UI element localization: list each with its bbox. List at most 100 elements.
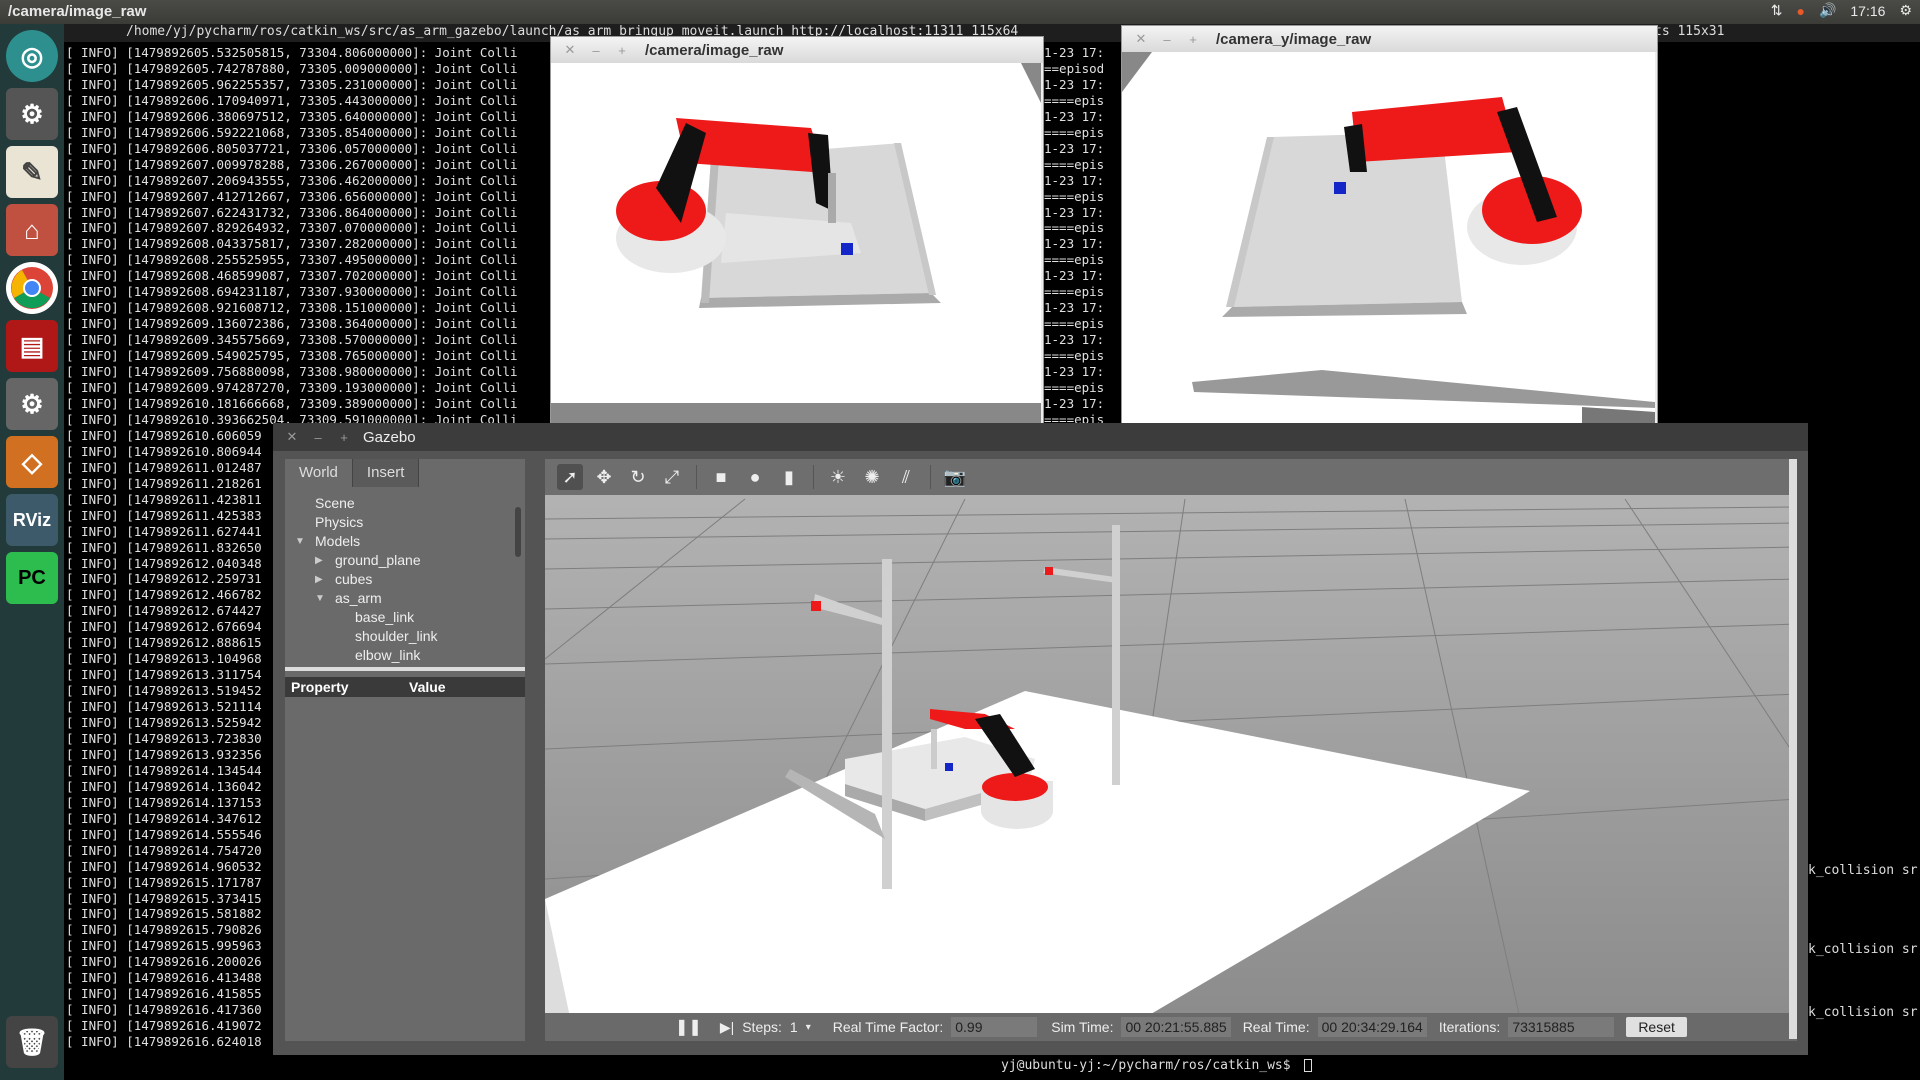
value-column-label: Value (409, 679, 446, 695)
tree-item-as-arm[interactable]: as_arm (335, 590, 382, 606)
log-line: [ INFO] [1479892608.921608712, 73308.151… (66, 300, 518, 316)
log-line: [ INFO] [1479892607.829264932, 73307.070… (66, 220, 518, 236)
steps-label: Steps: (742, 1019, 782, 1035)
volume-icon[interactable]: 🔊 (1819, 2, 1836, 19)
tab-world[interactable]: World (285, 459, 353, 487)
log-line: [ INFO] [1479892606.592221068, 73305.854… (66, 124, 518, 140)
scene-viewport[interactable]: ➚ ✥ ↻ ⤢ ■ ● ▮ ☀ ✺ ⫽ 📷 ❚❚ ▶| Steps: 1 ▾ R… (545, 459, 1797, 1041)
log-line: [ INFO] [1479892607.009978288, 73306.267… (66, 156, 518, 172)
expand-arrow-icon[interactable]: ▼ (315, 593, 325, 604)
pause-icon[interactable]: ❚❚ (675, 1017, 702, 1037)
close-icon[interactable]: ✕ (285, 429, 299, 445)
ubuntu-dash-icon[interactable]: ◎ (6, 30, 58, 82)
spot-light-icon[interactable]: ✺ (859, 464, 885, 490)
log-line: 1-23 17:1 (1044, 364, 1104, 380)
text-editor-icon[interactable]: ✎ (6, 146, 58, 198)
settings-gear-icon[interactable]: ⚙ (1899, 2, 1912, 19)
world-tree: Scene Physics ▼ Models ▶ ground_plane ▶ … (285, 487, 525, 667)
files-icon[interactable]: ⌂ (6, 204, 58, 256)
tab-insert[interactable]: Insert (352, 459, 420, 487)
tree-item-shoulder-link[interactable]: shoulder_link (355, 628, 438, 644)
cylinder-shape-icon[interactable]: ▮ (776, 464, 802, 490)
close-icon[interactable]: ✕ (563, 42, 577, 58)
minimize-icon[interactable]: – (311, 430, 325, 445)
log-line: ====episo (1044, 380, 1104, 396)
expand-arrow-icon[interactable]: ▼ (295, 536, 305, 547)
tree-item-scene[interactable]: Scene (315, 495, 355, 511)
log-line: [ INFO] [1479892607.412712667, 73306.656… (66, 188, 518, 204)
trash-icon[interactable]: 🗑 (6, 1016, 58, 1068)
directional-light-icon[interactable]: ⫽ (893, 464, 919, 490)
settings-icon[interactable]: ⚙ (6, 378, 58, 430)
camera-window-titlebar[interactable]: ✕ – + /camera/image_raw (551, 37, 1043, 63)
camera-y-image-window[interactable]: ✕ – + /camera_y/image_raw (1122, 26, 1657, 442)
minimize-icon[interactable]: – (589, 43, 603, 58)
terminal-icon[interactable]: ▤ (6, 320, 58, 372)
maximize-icon[interactable]: + (615, 43, 629, 58)
camera-y-window-titlebar[interactable]: ✕ – + /camera_y/image_raw (1122, 26, 1657, 52)
rotate-mode-icon[interactable]: ↻ (625, 464, 651, 490)
screenshot-camera-icon[interactable]: 📷 (942, 464, 968, 490)
shell-prompt[interactable]: yj@ubuntu-yj:~/pycharm/ros/catkin_ws$ (993, 1056, 1473, 1080)
log-line: ====episo (1044, 348, 1104, 364)
log-line: [ INFO] [1479892608.694231187, 73307.930… (66, 284, 518, 300)
network-icon[interactable]: ⇅ (1771, 2, 1783, 19)
package-icon[interactable]: ◇ (6, 436, 58, 488)
scene-toolbar: ➚ ✥ ↻ ⤢ ■ ● ▮ ☀ ✺ ⫽ 📷 (545, 459, 1797, 495)
minimize-icon[interactable]: – (1160, 32, 1174, 47)
gazebo-titlebar[interactable]: ✕ – + Gazebo (273, 423, 1808, 451)
box-shape-icon[interactable]: ■ (708, 464, 734, 490)
terminal2-log: 1-23 17:0==episode1-23 17:0====episo1-23… (1044, 45, 1104, 445)
log-line: [ INFO] [1479892610.181666668, 73309.389… (66, 395, 518, 411)
log-line: ====episo (1044, 220, 1104, 236)
step-icon[interactable]: ▶| (720, 1019, 734, 1036)
system-settings-icon[interactable]: ⚙ (6, 88, 58, 140)
log-line: ====episo (1044, 284, 1104, 300)
log-line: 1-23 17:0 (1044, 45, 1104, 60)
select-mode-icon[interactable]: ➚ (557, 464, 583, 490)
notification-icon[interactable]: ● (1796, 3, 1804, 19)
cursor-block (1304, 1059, 1313, 1072)
close-icon[interactable]: ✕ (1134, 31, 1148, 47)
tree-item-models[interactable]: Models (315, 533, 360, 549)
sphere-shape-icon[interactable]: ● (742, 464, 768, 490)
log-line: 1-23 17:1 (1044, 332, 1104, 348)
camera-image-window[interactable]: ✕ – + /camera/image_raw (551, 37, 1043, 430)
active-window-title: /camera/image_raw (8, 3, 147, 20)
log-line: [ INFO] [1479892607.206943555, 73306.462… (66, 172, 518, 188)
sim-time-value: 00 20:21:55.885 (1121, 1017, 1231, 1037)
terminal2-tab-title: ts 115x31 (1654, 24, 1725, 39)
steps-dropdown-icon[interactable]: ▾ (806, 1022, 811, 1033)
world-panel: World Insert Scene Physics ▼ Models ▶ gr… (285, 459, 525, 1041)
sim-time-label: Sim Time: (1051, 1019, 1114, 1035)
point-light-icon[interactable]: ☀ (825, 464, 851, 490)
log-line: 1-23 17:0 (1044, 76, 1104, 92)
tree-item-ground-plane[interactable]: ground_plane (335, 552, 421, 568)
shell-prompt-text: yj@ubuntu-yj:~/pycharm/ros/catkin_ws$ (1001, 1058, 1291, 1073)
log-line: ====episo (1044, 124, 1104, 140)
tree-scrollbar[interactable] (515, 507, 521, 557)
collapsed-arrow-icon[interactable]: ▶ (315, 574, 323, 585)
viewport-scrollbar[interactable] (1789, 459, 1797, 1039)
pycharm-icon[interactable]: PC (6, 552, 58, 604)
collapsed-arrow-icon[interactable]: ▶ (315, 555, 323, 566)
panel-splitter[interactable] (285, 667, 525, 671)
rviz-icon[interactable]: RViz (6, 494, 58, 546)
steps-value[interactable]: 1 (790, 1019, 798, 1035)
system-tray: ⇅ ● 🔊 17:16 ⚙ (1771, 2, 1912, 19)
gazebo-window: World Insert Scene Physics ▼ Models ▶ gr… (273, 451, 1808, 1055)
maximize-icon[interactable]: + (337, 430, 351, 445)
clock[interactable]: 17:16 (1850, 3, 1885, 19)
tree-item-cubes[interactable]: cubes (335, 571, 372, 587)
tree-item-base-link[interactable]: base_link (355, 609, 414, 625)
log-line: [ INFO] [1479892607.622431732, 73306.864… (66, 204, 518, 220)
tree-item-physics[interactable]: Physics (315, 514, 363, 530)
chrome-icon[interactable] (6, 262, 58, 314)
tree-item-elbow-link[interactable]: elbow_link (355, 647, 420, 663)
reset-button[interactable]: Reset (1626, 1017, 1687, 1037)
maximize-icon[interactable]: + (1186, 32, 1200, 47)
scale-mode-icon[interactable]: ⤢ (659, 464, 685, 490)
translate-mode-icon[interactable]: ✥ (591, 464, 617, 490)
top-panel: /camera/image_raw ⇅ ● 🔊 17:16 ⚙ (0, 0, 1920, 24)
camera-image-view (551, 63, 1041, 428)
